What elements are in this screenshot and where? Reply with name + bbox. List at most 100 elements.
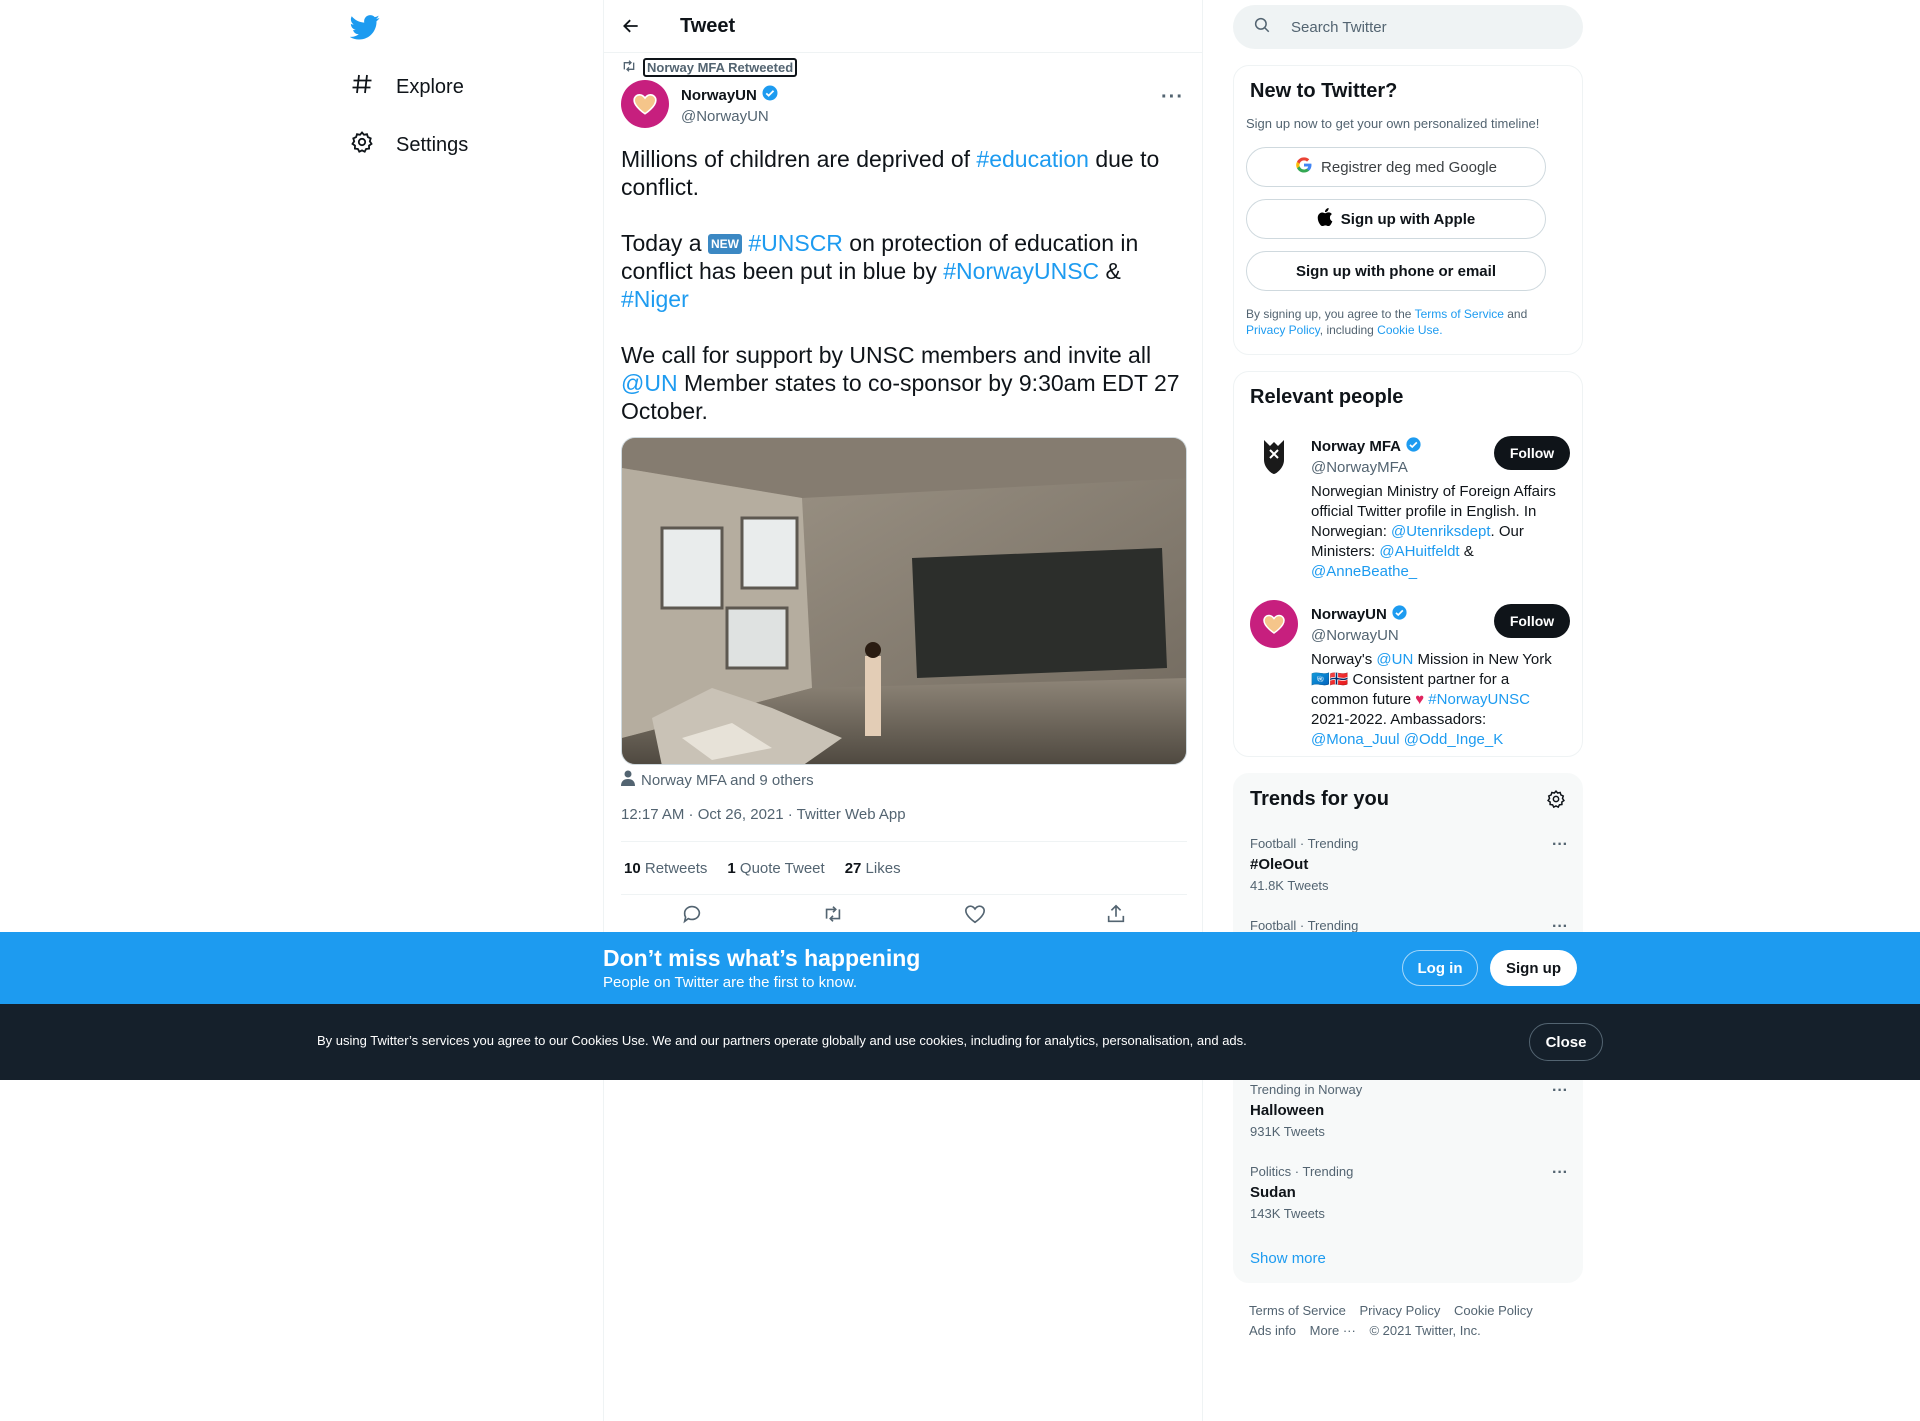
follow-button[interactable]: Follow: [1494, 436, 1570, 470]
back-arrow-icon[interactable]: [620, 15, 642, 37]
tagged-users[interactable]: Norway MFA and 9 others: [621, 770, 814, 790]
retweeted-by-link[interactable]: Norway MFA Retweeted: [643, 58, 798, 77]
privacy-link[interactable]: Privacy Policy: [1246, 323, 1320, 337]
retweet-icon: [621, 58, 637, 77]
more-icon[interactable]: ···: [1552, 836, 1568, 854]
trend-item[interactable]: Politics · Trending Sudan 143K Tweets ··…: [1250, 1164, 1570, 1221]
hashtag-link[interactable]: #Niger: [621, 286, 689, 312]
person-name[interactable]: NorwayUN: [1311, 606, 1387, 623]
tweet-image[interactable]: [621, 437, 1187, 765]
tweet-text-part: We call for support by UNSC members and …: [621, 342, 1158, 368]
tweet-text-part: Millions of children are deprived of: [621, 146, 977, 172]
legal-text: , including: [1319, 323, 1378, 337]
heart-icon: ♥: [1415, 691, 1425, 708]
quotes-stat[interactable]: 1 Quote Tweet: [727, 860, 824, 877]
phone-signup-button[interactable]: Sign up with phone or email: [1246, 251, 1546, 291]
tweet-author[interactable]: NorwayUN @NorwayUN: [621, 80, 779, 128]
mention-link[interactable]: @Utenriksdept: [1391, 523, 1490, 540]
more-icon[interactable]: ···: [1552, 1164, 1568, 1182]
reply-icon[interactable]: [681, 903, 703, 930]
retweet-context: Norway MFA Retweeted: [621, 58, 798, 77]
hashtag-link[interactable]: #NorwayUNSC: [943, 258, 1099, 284]
phone-signup-label: Sign up with phone or email: [1295, 262, 1496, 280]
bio-text: &: [1459, 543, 1474, 560]
show-more-link[interactable]: Show more: [1250, 1250, 1326, 1267]
likes-stat[interactable]: 27 Likes: [845, 860, 901, 877]
google-signup-button[interactable]: Registrer deg med Google: [1246, 147, 1546, 187]
trend-count: 931K Tweets: [1250, 1124, 1325, 1139]
hashtag-link[interactable]: #NorwayUNSC: [1428, 691, 1530, 708]
legal-text: By signing up, you agree to the: [1246, 307, 1415, 321]
terms-link[interactable]: Terms of Service: [1415, 307, 1504, 321]
search-input[interactable]: Search Twitter: [1291, 19, 1387, 36]
classroom-photo: [622, 438, 1186, 764]
tweet-text-part: Member states to co-sponsor by 9:30am ED…: [621, 370, 1186, 424]
nav-explore[interactable]: Explore: [350, 72, 464, 102]
trend-item[interactable]: Trending in Norway Halloween 931K Tweets…: [1250, 1082, 1570, 1139]
more-icon[interactable]: ···: [1552, 1082, 1568, 1100]
google-signup-label: Registrer deg med Google: [1321, 158, 1497, 176]
avatar[interactable]: [1250, 432, 1298, 480]
retweets-stat[interactable]: 10 Retweets: [624, 860, 707, 877]
search-icon: [1253, 16, 1271, 38]
new-badge-icon: NEW: [707, 234, 742, 254]
apple-signup-button[interactable]: Sign up with Apple: [1246, 199, 1546, 239]
main-column: Tweet Norway MFA Retweeted NorwayUN @Nor…: [603, 0, 1203, 1421]
bio-text: Norway's: [1311, 651, 1377, 668]
person-name[interactable]: Norway MFA: [1311, 438, 1401, 455]
twitter-logo-icon[interactable]: [349, 12, 382, 44]
mention-link[interactable]: @Mona_Juul: [1311, 731, 1400, 748]
gear-icon: [350, 130, 374, 160]
author-name[interactable]: NorwayUN: [681, 87, 757, 104]
flags-icon: 🇺🇳🇳🇴: [1311, 671, 1349, 688]
signup-button[interactable]: Sign up: [1490, 950, 1577, 986]
avatar[interactable]: [1250, 600, 1298, 648]
author-handle[interactable]: @NorwayUN: [681, 108, 779, 125]
cookie-link[interactable]: Cookie Use.: [1377, 323, 1442, 337]
gear-icon[interactable]: [1546, 789, 1566, 814]
mention-link[interactable]: @Odd_Inge_K: [1404, 731, 1503, 748]
login-button[interactable]: Log in: [1402, 950, 1478, 986]
nav-settings[interactable]: Settings: [350, 130, 468, 160]
quotes-count: 1: [727, 859, 736, 877]
nav-explore-label: Explore: [396, 75, 464, 98]
hashtag-link[interactable]: #education: [976, 146, 1089, 172]
apple-signup-label: Sign up with Apple: [1340, 210, 1476, 228]
mention-link[interactable]: @AnneBeathe_: [1311, 563, 1417, 580]
footer-terms-link[interactable]: Terms of Service: [1249, 1303, 1346, 1318]
banner-title: Don’t miss what’s happening: [603, 945, 921, 971]
footer-more-link[interactable]: More ···: [1310, 1323, 1356, 1338]
trend-item[interactable]: Football · Trending #OleOut 41.8K Tweets…: [1250, 836, 1570, 893]
hashtag-link[interactable]: #UNSCR: [748, 230, 843, 256]
more-icon[interactable]: ···: [1161, 86, 1184, 109]
trend-name: Halloween: [1250, 1102, 1325, 1119]
person-norway-mfa[interactable]: Norway MFA @NorwayMFA Norwegian Ministry…: [1250, 432, 1570, 582]
signup-card-subtitle: Sign up now to get your own personalized…: [1246, 116, 1540, 131]
signup-card-title: New to Twitter?: [1250, 80, 1398, 102]
footer-ads-link[interactable]: Ads info: [1249, 1323, 1296, 1338]
retweet-icon[interactable]: [822, 903, 844, 930]
like-icon[interactable]: [964, 903, 986, 930]
google-icon: [1295, 156, 1313, 178]
person-norwayun[interactable]: NorwayUN @NorwayUN Norway's @UN Mission …: [1250, 600, 1570, 750]
banner-subtitle: People on Twitter are the first to know.: [603, 974, 858, 991]
signup-card: New to Twitter? Sign up now to get your …: [1233, 65, 1583, 355]
person-bio: Norwegian Ministry of Foreign Affairs of…: [1311, 482, 1566, 582]
footer-copyright: © 2021 Twitter, Inc.: [1369, 1323, 1481, 1338]
footer-privacy-link[interactable]: Privacy Policy: [1359, 1303, 1440, 1318]
search-box[interactable]: Search Twitter: [1233, 5, 1583, 49]
avatar[interactable]: [621, 80, 669, 128]
cookie-banner: By using Twitter’s services you agree to…: [0, 1004, 1920, 1080]
close-button[interactable]: Close: [1529, 1023, 1603, 1061]
mention-link[interactable]: @AHuitfeldt: [1379, 543, 1459, 560]
footer-cookie-link[interactable]: Cookie Policy: [1454, 1303, 1533, 1318]
mention-link[interactable]: @UN: [1376, 651, 1413, 668]
tagged-label: Norway MFA and 9 others: [641, 771, 814, 789]
share-icon[interactable]: [1105, 903, 1127, 930]
tweet-timestamp[interactable]: 12:17 AM · Oct 26, 2021 · Twitter Web Ap…: [621, 806, 906, 823]
trend-count: 41.8K Tweets: [1250, 878, 1329, 893]
relevant-people-title: Relevant people: [1250, 386, 1404, 408]
mention-link[interactable]: @UN: [621, 370, 678, 396]
follow-button[interactable]: Follow: [1494, 604, 1570, 638]
signup-banner: Don’t miss what’s happening People on Tw…: [0, 932, 1920, 1004]
